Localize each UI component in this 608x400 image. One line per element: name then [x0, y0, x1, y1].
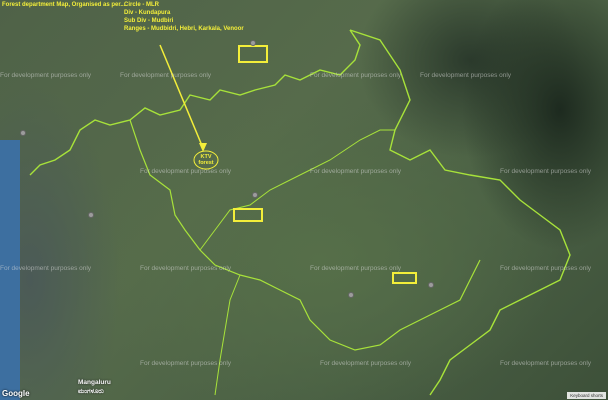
watermark: For development purposes only [0, 72, 92, 79]
watermark: For development purposes only [120, 72, 212, 79]
hierarchy-circle: Circle - MLR [124, 2, 160, 8]
city-label-mangaluru[interactable]: Mangaluru [78, 379, 111, 386]
watermark: For development purposes only [140, 168, 232, 175]
watermark: For development purposes only [140, 265, 232, 272]
watermark: For development purposes only [500, 360, 592, 367]
boundary-overlay [29, 29, 571, 396]
watermark: For development purposes only [140, 360, 232, 367]
map-canvas[interactable]: Forest department Map, Organised as per.… [0, 0, 608, 400]
hierarchy-div: Div - Kundapura [124, 10, 171, 16]
range-box-east[interactable] [392, 272, 417, 284]
town-pin[interactable] [20, 130, 26, 136]
watermark: For development purposes only [500, 265, 592, 272]
town-pin[interactable] [250, 40, 256, 46]
boundary-line-range [199, 129, 395, 251]
hierarchy-sub-div: Sub Div - Mudbiri [124, 18, 174, 24]
town-pin[interactable] [428, 282, 434, 288]
range-box-north[interactable] [238, 45, 268, 63]
boundary-line-east [349, 29, 571, 396]
town-pin[interactable] [252, 192, 258, 198]
watermark: For development purposes only [310, 72, 402, 79]
google-logo: Google [2, 389, 30, 398]
watermark: For development purposes only [0, 265, 92, 272]
city-label-mangaluru-local: ಮಂಗಳೂರು [78, 388, 104, 395]
town-pin[interactable] [88, 212, 94, 218]
watermark: For development purposes only [420, 72, 512, 79]
watermark: For development purposes only [310, 265, 402, 272]
watermark: For development purposes only [320, 360, 412, 367]
town-pin[interactable] [348, 292, 354, 298]
ktv-forest-label: KTV forest [198, 154, 214, 166]
map-title: Forest department Map, Organised as per.… [2, 2, 126, 8]
keyboard-shortcuts-link[interactable]: Keyboard shorts [567, 392, 606, 399]
range-box-west[interactable] [233, 208, 263, 222]
hierarchy-ranges: Ranges - Mudbidri, Hebri, Karkala, Venoo… [124, 26, 244, 32]
watermark: For development purposes only [310, 168, 402, 175]
boundary-line-west [214, 274, 241, 396]
boundary-line-inner [129, 119, 481, 351]
boundary-line-north [29, 29, 361, 176]
watermark: For development purposes only [500, 168, 592, 175]
